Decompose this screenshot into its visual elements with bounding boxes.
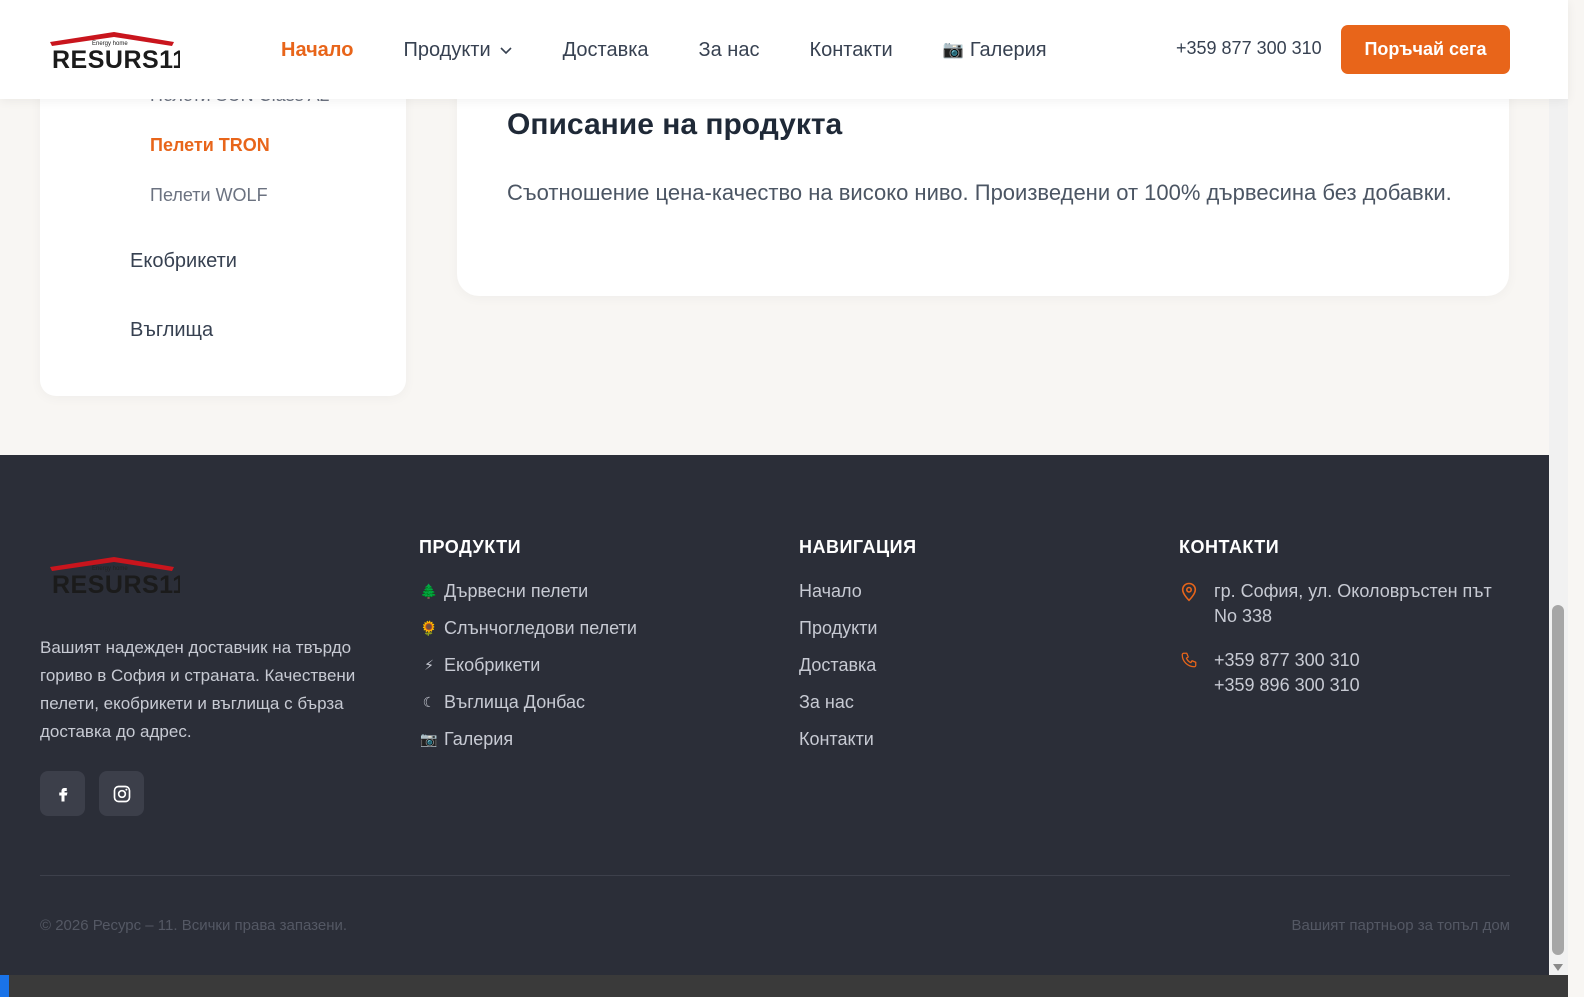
footer-nav-delivery[interactable]: Доставка	[799, 655, 876, 676]
nav-gallery[interactable]: 📷 Галерия	[943, 36, 1047, 64]
main-nav: Начало Продукти Доставка За нас Контакти…	[281, 36, 1097, 64]
order-now-button[interactable]: Поръчай сега	[1341, 25, 1510, 74]
footer-link-gallery[interactable]: 📷 Галерия	[419, 729, 513, 750]
header-phone-link[interactable]: +359 877 300 310	[1176, 38, 1322, 59]
footer-nav-products[interactable]: Продукти	[799, 618, 877, 639]
footer-navigation-title: НАВИГАЦИЯ	[799, 537, 917, 557]
phone-icon	[1181, 652, 1197, 668]
page-scrollbar[interactable]	[1549, 0, 1568, 975]
camera-icon: 📷	[942, 40, 964, 59]
sidebar-item-ecobriquettes[interactable]: Екобрикети	[130, 250, 237, 273]
footer-nav-about[interactable]: За нас	[799, 692, 854, 713]
svg-text:RESURS11: RESURS11	[52, 571, 180, 597]
footer-phone-1[interactable]: +359 877 300 310	[1214, 648, 1360, 673]
facebook-button[interactable]	[40, 771, 85, 816]
sunflower-icon: 🌻	[420, 620, 438, 636]
nav-products[interactable]: Продукти	[403, 36, 512, 64]
footer-nav-home[interactable]: Начало	[799, 581, 862, 602]
sidebar-item-coal[interactable]: Въглища	[130, 319, 213, 342]
description-text: Съотношение цена-качество на високо ниво…	[507, 180, 1452, 205]
moon-icon: ☾	[422, 694, 436, 710]
footer-tagline: Вашият партньор за топъл дом	[1291, 917, 1510, 934]
facebook-icon	[58, 787, 67, 801]
taskbar-indicator	[0, 975, 9, 997]
tree-icon: 🌲	[420, 583, 438, 599]
description-title: Описание на продукта	[507, 108, 843, 141]
chevron-down-icon	[500, 47, 512, 55]
scroll-down-arrow-icon[interactable]	[1553, 964, 1563, 971]
resurs11-logo[interactable]: Energy home RESURS11	[48, 28, 180, 72]
footer-address-line2: No 338	[1214, 606, 1273, 626]
footer-copyright: © 2026 Ресурс – 11. Всички права запазен…	[40, 917, 348, 934]
svg-text:RESURS11: RESURS11	[52, 46, 180, 72]
footer-link-sunflower-pellets[interactable]: 🌻 Слънчогледови пелети	[419, 618, 637, 639]
bottom-taskbar-strip	[0, 975, 1568, 997]
nav-delivery[interactable]: Доставка	[563, 36, 649, 64]
footer-link-ecobriquettes[interactable]: ⚡ Екобрикети	[419, 655, 540, 676]
sidebar-item-pellets-wolf[interactable]: Пелети WOLF	[150, 185, 268, 206]
sidebar-item-pellets-tron[interactable]: Пелети TRON	[150, 135, 270, 156]
nav-contacts[interactable]: Контакти	[809, 36, 892, 64]
camera-icon: 📷	[420, 731, 438, 747]
footer-divider	[40, 875, 1510, 876]
site-header: Energy home RESURS11 Начало Продукти Дос…	[0, 0, 1568, 99]
footer-phone-2[interactable]: +359 896 300 310	[1214, 673, 1360, 698]
footer-contacts-title: КОНТАКТИ	[1179, 537, 1280, 557]
footer-link-coal-donbas[interactable]: ☾ Въглища Донбас	[419, 692, 585, 713]
footer-nav-contacts[interactable]: Контакти	[799, 729, 874, 750]
instagram-button[interactable]	[99, 771, 144, 816]
footer-products-title: ПРОДУКТИ	[419, 537, 522, 557]
instagram-icon	[113, 785, 130, 802]
nav-home[interactable]: Начало	[281, 36, 353, 64]
footer-logo[interactable]: Energy home RESURS11	[48, 553, 180, 597]
footer-link-wood-pellets[interactable]: 🌲 Дървесни пелети	[419, 581, 588, 602]
location-pin-icon	[1181, 582, 1197, 602]
footer-about-text: Вашият надежден доставчик на твърдо гори…	[40, 638, 356, 741]
footer-address-line1: гр. София, ул. Околовръстен път	[1214, 581, 1492, 601]
nav-about[interactable]: За нас	[699, 36, 760, 64]
lightning-icon: ⚡	[424, 657, 434, 673]
scrollbar-thumb[interactable]	[1552, 605, 1564, 955]
site-footer: Energy home RESURS11 Вашият надежден дос…	[0, 455, 1549, 975]
